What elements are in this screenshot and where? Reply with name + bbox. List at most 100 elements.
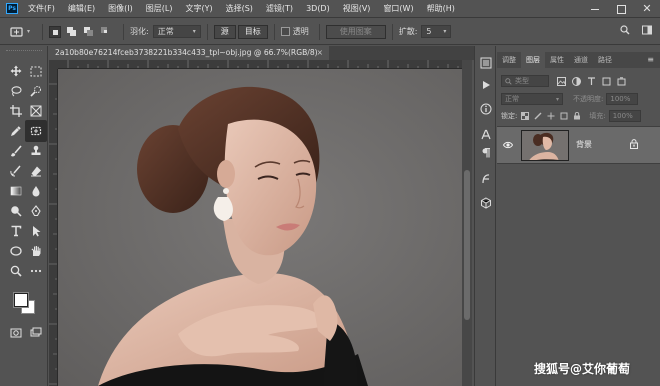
menu-3d[interactable]: 3D(D) — [306, 4, 330, 13]
eraser-tool-icon[interactable] — [27, 162, 45, 180]
lock-transparent-icon[interactable] — [521, 112, 530, 120]
ruler-origin[interactable] — [49, 60, 58, 69]
panel-menu-icon[interactable]: ≡ — [647, 55, 654, 64]
diffusion-select[interactable]: 5 ▾ — [421, 25, 452, 38]
panel-grip[interactable] — [6, 50, 42, 54]
opacity-value: 100% — [610, 95, 631, 103]
menu-help[interactable]: 帮助(H) — [427, 3, 455, 14]
screen-mode-icon[interactable] — [27, 324, 45, 342]
tab-properties[interactable]: 属性 — [545, 52, 569, 68]
foreground-color-swatch[interactable] — [14, 293, 28, 307]
intersect-selection-mode-icon[interactable] — [100, 26, 112, 38]
quick-mask-icon[interactable] — [7, 324, 25, 342]
zoom-tool-icon[interactable] — [7, 262, 25, 280]
divider — [123, 23, 125, 40]
source-button[interactable]: 源 — [213, 24, 236, 39]
clone-stamp-tool-icon[interactable] — [27, 142, 45, 160]
destination-button[interactable]: 目标 — [237, 24, 268, 39]
3d-panel-icon[interactable] — [479, 196, 493, 210]
lock-fill-row: 锁定: 填充: 100% — [501, 109, 656, 123]
add-selection-mode-icon[interactable] — [66, 26, 78, 38]
layers-panel: 调整 图层 属性 通道 路径 ≡ 类型 正常 ▾ 不透明度: 100% 锁定: … — [497, 46, 660, 386]
menu-filter[interactable]: 滤镜(T) — [266, 3, 293, 14]
scrollbar-thumb[interactable] — [464, 170, 470, 320]
workspace-icon[interactable] — [642, 25, 652, 35]
actions-panel-icon[interactable] — [479, 78, 493, 92]
pixel-filter-icon[interactable] — [557, 76, 566, 86]
blend-mode-select[interactable]: 正常 ▾ — [501, 93, 563, 105]
menu-file[interactable]: 文件(F) — [28, 3, 55, 14]
document-canvas[interactable] — [58, 69, 462, 386]
menu-view[interactable]: 视图(V) — [343, 3, 371, 14]
horizontal-ruler[interactable] — [58, 60, 462, 69]
divider — [206, 23, 208, 40]
ellipse-tool-icon[interactable] — [7, 242, 25, 260]
transparent-checkbox[interactable] — [280, 27, 290, 36]
layer-lock-icon[interactable] — [630, 139, 638, 149]
menu-type[interactable]: 文字(Y) — [185, 3, 212, 14]
layer-row-background[interactable]: 背景 — [497, 126, 660, 164]
search-icon[interactable] — [620, 25, 630, 35]
visibility-eye-icon[interactable] — [503, 141, 513, 149]
hand-tool-icon[interactable] — [27, 242, 45, 260]
new-selection-mode-icon[interactable] — [49, 25, 62, 38]
frame-tool-icon[interactable] — [27, 102, 45, 120]
pen-tool-icon[interactable] — [27, 202, 45, 220]
patch-tool-icon[interactable] — [25, 120, 47, 142]
close-window-icon[interactable]: ✕ — [642, 3, 652, 14]
lock-pixels-icon[interactable] — [534, 112, 542, 120]
close-icon[interactable]: × — [317, 46, 323, 60]
chevron-down-icon[interactable]: ▾ — [27, 28, 30, 35]
minimize-icon[interactable] — [590, 4, 600, 14]
menu-layer[interactable]: 图层(L) — [146, 3, 173, 14]
layer-kind-filter[interactable]: 类型 — [501, 75, 549, 87]
paragraph-panel-icon[interactable] — [479, 146, 493, 160]
lock-all-icon[interactable] — [573, 112, 581, 120]
patch-mode-select[interactable]: 正常 ▾ — [152, 25, 201, 38]
shape-filter-icon[interactable] — [602, 77, 611, 86]
blur-tool-icon[interactable] — [27, 182, 45, 200]
menu-window[interactable]: 窗口(W) — [383, 3, 413, 14]
move-tool-icon[interactable] — [7, 62, 25, 80]
eyedropper-tool-icon[interactable] — [7, 122, 25, 140]
type-filter-icon[interactable] — [587, 76, 596, 86]
character-panel-icon[interactable] — [479, 128, 493, 142]
menu-select[interactable]: 选择(S) — [226, 3, 253, 14]
subtract-selection-mode-icon[interactable] — [83, 26, 95, 38]
history-panel-icon[interactable] — [479, 56, 493, 70]
path-selection-tool-icon[interactable] — [27, 222, 45, 240]
opacity-input[interactable]: 100% — [606, 93, 639, 105]
lock-artboard-icon[interactable] — [560, 112, 568, 120]
quick-selection-tool-icon[interactable] — [27, 82, 45, 100]
type-tool-icon[interactable] — [7, 222, 25, 240]
tab-paths[interactable]: 路径 — [593, 52, 617, 68]
maximize-icon[interactable] — [616, 4, 626, 14]
dodge-tool-icon[interactable] — [7, 202, 25, 220]
patch-tool-preset-icon[interactable] — [8, 25, 26, 39]
crop-tool-icon[interactable] — [7, 102, 25, 120]
menu-image[interactable]: 图像(I) — [108, 3, 133, 14]
smart-object-filter-icon[interactable] — [617, 76, 626, 86]
lasso-tool-icon[interactable] — [7, 82, 25, 100]
gradient-tool-icon[interactable] — [7, 182, 25, 200]
fill-label: 填充: — [589, 112, 606, 120]
vertical-ruler[interactable] — [49, 69, 58, 386]
color-swatches[interactable] — [12, 291, 40, 319]
more-tools-icon[interactable] — [27, 262, 45, 280]
adjustment-filter-icon[interactable] — [572, 76, 581, 86]
tab-channels[interactable]: 通道 — [569, 52, 593, 68]
lock-position-icon[interactable] — [547, 112, 555, 120]
vertical-scrollbar[interactable] — [462, 60, 472, 386]
marquee-tool-icon[interactable] — [27, 62, 45, 80]
fill-input[interactable]: 100% — [608, 110, 641, 122]
ruler-ticks — [67, 60, 459, 68]
history-brush-tool-icon[interactable] — [7, 162, 25, 180]
brush-tool-icon[interactable] — [7, 142, 25, 160]
glyphs-panel-icon[interactable] — [479, 172, 493, 186]
info-panel-icon[interactable] — [479, 102, 493, 116]
tab-adjustments[interactable]: 调整 — [497, 52, 521, 68]
menu-edit[interactable]: 编辑(E) — [68, 3, 95, 14]
tab-layers[interactable]: 图层 — [521, 52, 545, 68]
use-pattern-button[interactable]: 使用图案 — [325, 24, 386, 39]
document-tab[interactable]: 2a10b80e76214fceb3738221b334c433_tpl~obj… — [49, 46, 329, 60]
